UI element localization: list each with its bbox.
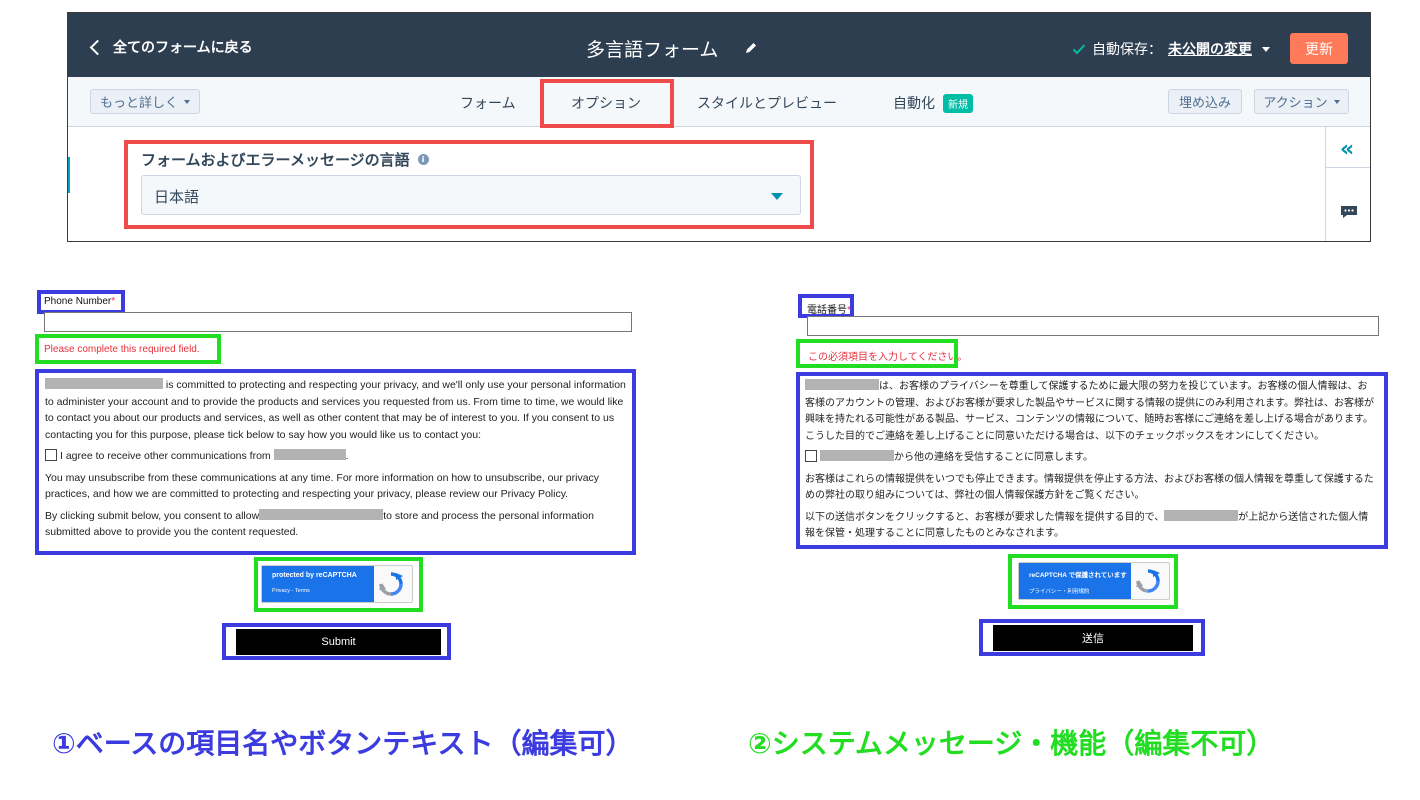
- submit-button-highlight-ja: [979, 619, 1205, 656]
- recaptcha-highlight-ja: [1008, 554, 1178, 609]
- field-label-highlight: [37, 290, 125, 314]
- caption-not-editable: ②システムメッセージ・機能（編集不可）: [748, 727, 1275, 760]
- consent-text-highlight-ja: [796, 372, 1388, 549]
- phone-number-input-ja[interactable]: [807, 316, 1379, 336]
- japanese-form-preview: 電話番号* この必須項目を入力してください。 は、お客様のプライバシーを尊重して…: [710, 0, 1420, 700]
- phone-number-input[interactable]: [44, 312, 632, 332]
- error-message-highlight: [35, 334, 221, 364]
- error-message-highlight-ja: [796, 339, 958, 368]
- recaptcha-highlight: [254, 557, 423, 612]
- field-label-highlight-ja: [798, 294, 854, 318]
- submit-button-highlight: [222, 623, 451, 660]
- english-form-preview: Phone Number* Please complete this requi…: [0, 0, 710, 700]
- caption-editable: ①ベースの項目名やボタンテキスト（編集可）: [52, 727, 634, 760]
- consent-text-highlight: [35, 369, 636, 555]
